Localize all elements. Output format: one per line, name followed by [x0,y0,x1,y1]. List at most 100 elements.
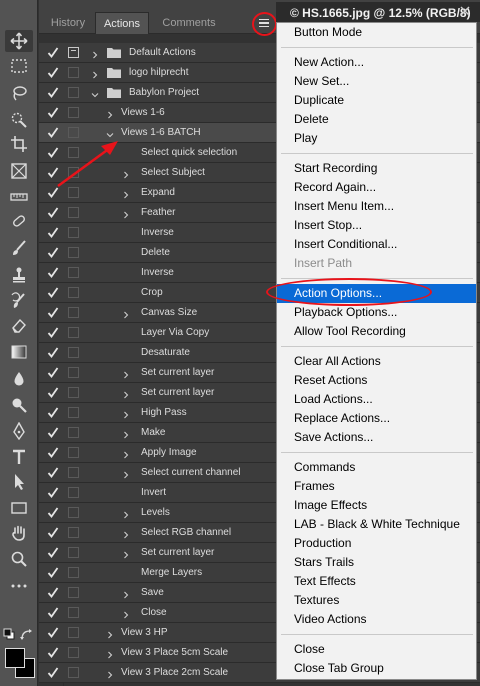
toggle-dialog-icon[interactable] [68,587,79,598]
menu-item-image-effects[interactable]: Image Effects [277,496,476,515]
stamp-icon[interactable] [5,264,33,286]
toggle-check-icon[interactable] [47,306,59,319]
toggle-check-icon[interactable] [47,606,59,619]
toggle-dialog-icon[interactable] [68,287,79,298]
rectangle-icon[interactable] [5,497,33,519]
chevron-right-icon[interactable] [122,548,130,559]
chevron-right-icon[interactable] [122,428,130,439]
toggle-dialog-icon[interactable] [68,627,79,638]
menu-item-new-action[interactable]: New Action... [277,53,476,72]
zoom-icon[interactable] [5,548,33,570]
toggle-check-icon[interactable] [47,386,59,399]
toggle-check-icon[interactable] [47,546,59,559]
chevron-right-icon[interactable] [122,408,130,419]
toggle-check-icon[interactable] [47,486,59,499]
chevron-right-icon[interactable] [122,508,130,519]
hand-icon[interactable] [5,522,33,544]
toggle-dialog-icon[interactable] [68,87,79,98]
toggle-check-icon[interactable] [47,266,59,279]
toggle-dialog-icon[interactable] [68,187,79,198]
lasso-icon[interactable] [5,82,33,104]
chevron-right-icon[interactable] [91,68,99,79]
chevron-right-icon[interactable] [122,188,130,199]
toggle-check-icon[interactable] [47,346,59,359]
toggle-dialog-icon[interactable] [68,107,79,118]
chevron-right-icon[interactable] [122,208,130,219]
toggle-dialog-icon[interactable] [68,227,79,238]
foreground-color-swatch[interactable] [5,648,25,668]
toggle-check-icon[interactable] [47,46,59,59]
toggle-check-icon[interactable] [47,366,59,379]
chevron-right-icon[interactable] [122,588,130,599]
chevron-right-icon[interactable] [106,668,114,679]
toggle-dialog-icon[interactable] [68,667,79,678]
menu-item-commands[interactable]: Commands [277,458,476,477]
toggle-check-icon[interactable] [47,566,59,579]
chevron-right-icon[interactable] [122,308,130,319]
menu-item-frames[interactable]: Frames [277,477,476,496]
chevron-right-icon[interactable] [122,528,130,539]
toggle-dialog-icon[interactable] [68,127,79,138]
menu-item-close[interactable]: Close [277,640,476,659]
toggle-dialog-icon[interactable] [68,467,79,478]
chevron-right-icon[interactable] [122,388,130,399]
toggle-dialog-icon[interactable] [68,387,79,398]
menu-item-play[interactable]: Play [277,129,476,148]
toggle-check-icon[interactable] [47,446,59,459]
toggle-dialog-icon[interactable] [68,67,79,78]
menu-item-record-again[interactable]: Record Again... [277,178,476,197]
menu-item-video-actions[interactable]: Video Actions [277,610,476,629]
menu-item-delete[interactable]: Delete [277,110,476,129]
tab-actions[interactable]: Actions [95,12,149,34]
toggle-check-icon[interactable] [47,466,59,479]
toggle-dialog-icon[interactable] [68,407,79,418]
history-brush-icon[interactable] [5,290,33,312]
toggle-check-icon[interactable] [47,646,59,659]
toggle-dialog-icon[interactable] [68,527,79,538]
toggle-check-icon[interactable] [47,406,59,419]
toggle-dialog-icon[interactable] [68,267,79,278]
chevron-down-icon[interactable] [91,88,99,98]
chevron-down-icon[interactable] [106,128,114,138]
pen-icon[interactable] [5,420,33,442]
toggle-check-icon[interactable] [47,66,59,79]
toggle-check-icon[interactable] [47,326,59,339]
marquee-icon[interactable] [5,55,33,77]
toggle-check-icon[interactable] [47,186,59,199]
toggle-check-icon[interactable] [47,586,59,599]
toggle-check-icon[interactable] [47,146,59,159]
toggle-check-icon[interactable] [47,166,59,179]
toggle-dialog-icon[interactable] [68,427,79,438]
toggle-check-icon[interactable] [47,126,59,139]
menu-item-production[interactable]: Production [277,534,476,553]
chevron-right-icon[interactable] [122,608,130,619]
toggle-check-icon[interactable] [47,526,59,539]
menu-item-stars-trails[interactable]: Stars Trails [277,553,476,572]
menu-item-insert-conditional[interactable]: Insert Conditional... [277,235,476,254]
toggle-dialog-icon[interactable] [68,207,79,218]
close-icon[interactable] [458,4,472,18]
chevron-right-icon[interactable] [122,468,130,479]
toggle-dialog-icon[interactable] [68,367,79,378]
toggle-dialog-icon[interactable] [68,147,79,158]
chevron-right-icon[interactable] [106,628,114,639]
menu-item-load-actions[interactable]: Load Actions... [277,390,476,409]
dodge-icon[interactable] [5,394,33,416]
move-icon[interactable] [5,30,33,52]
toggle-dialog-icon[interactable] [68,307,79,318]
menu-item-save-actions[interactable]: Save Actions... [277,428,476,447]
healing-brush-icon[interactable] [5,210,33,232]
swap-colors-icon[interactable] [20,628,34,642]
toggle-dialog-icon[interactable] [68,347,79,358]
toggle-check-icon[interactable] [47,206,59,219]
tab-comments[interactable]: Comments [152,12,226,34]
menu-item-text-effects[interactable]: Text Effects [277,572,476,591]
chevron-right-icon[interactable] [106,108,114,119]
toggle-dialog-icon[interactable] [68,487,79,498]
toggle-dialog-icon[interactable] [68,607,79,618]
menu-item-clear-all-actions[interactable]: Clear All Actions [277,352,476,371]
menu-item-duplicate[interactable]: Duplicate [277,91,476,110]
toggle-dialog-icon[interactable] [68,567,79,578]
menu-item-insert-stop[interactable]: Insert Stop... [277,216,476,235]
toggle-check-icon[interactable] [47,226,59,239]
